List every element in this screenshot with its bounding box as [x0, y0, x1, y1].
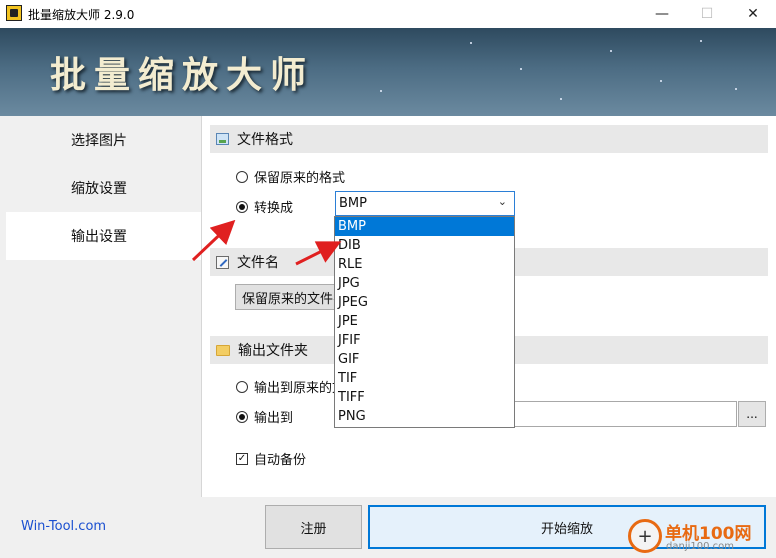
- browse-button[interactable]: ...: [738, 401, 766, 427]
- format-option[interactable]: GIF: [335, 350, 514, 369]
- watermark: + 单机100网 danji100.com: [628, 517, 774, 557]
- header-banner: 批量缩放大师: [0, 28, 776, 116]
- sidebar-item-label: 选择图片: [71, 133, 127, 149]
- minimize-button[interactable]: —: [639, 0, 685, 28]
- banner-title: 批量缩放大师: [50, 54, 315, 96]
- radio-button[interactable]: [236, 410, 248, 423]
- format-option[interactable]: JPEG: [335, 293, 514, 312]
- format-option[interactable]: DIB: [335, 236, 514, 255]
- sidebar-item-resize-settings[interactable]: 缩放设置: [6, 164, 201, 212]
- website-link[interactable]: Win-Tool.com: [21, 519, 106, 534]
- filename-mode-select[interactable]: 保留原来的文件名: [235, 284, 345, 310]
- radio-button[interactable]: [236, 380, 248, 393]
- chevron-down-icon: ⌄: [497, 195, 507, 208]
- watermark-subtext: danji100.com: [666, 541, 734, 552]
- section-title: 文件格式: [237, 132, 293, 148]
- close-button[interactable]: ✕: [730, 0, 776, 28]
- sidebar-item-select-images[interactable]: 选择图片: [6, 116, 201, 164]
- section-header-file-format: 文件格式: [210, 125, 768, 153]
- format-dropdown-list: BMP DIB RLE JPG JPEG JPE JFIF GIF TIF TI…: [334, 216, 515, 428]
- folder-icon: [216, 344, 230, 356]
- section-title: 文件名: [237, 255, 279, 271]
- output-path-input[interactable]: [515, 401, 737, 427]
- format-option[interactable]: JFIF: [335, 331, 514, 350]
- sidebar: 选择图片 缩放设置 输出设置: [0, 116, 202, 497]
- window-title: 批量缩放大师 2.9.0: [28, 8, 135, 22]
- title-bar: 批量缩放大师 2.9.0 — ☐ ✕: [0, 0, 776, 29]
- format-option[interactable]: JPG: [335, 274, 514, 293]
- checkbox[interactable]: ✓: [236, 452, 248, 465]
- radio-label: 保留原来的格式: [254, 171, 346, 186]
- section-title: 输出文件夹: [238, 343, 308, 359]
- radio-output-to[interactable]: 输出到: [236, 407, 293, 426]
- app-icon: [6, 5, 22, 21]
- radio-button[interactable]: [236, 170, 248, 183]
- sidebar-item-output-settings[interactable]: 输出设置: [6, 212, 201, 260]
- maximize-button: ☐: [700, 6, 714, 22]
- format-select-value: BMP: [339, 196, 367, 211]
- format-option[interactable]: BMP: [335, 217, 514, 236]
- auto-backup-checkbox-row[interactable]: ✓ 自动备份: [236, 449, 306, 468]
- format-option[interactable]: JPE: [335, 312, 514, 331]
- radio-convert-to[interactable]: 转换成: [236, 197, 293, 216]
- checkbox-label: 自动备份: [254, 453, 307, 468]
- radio-label: 输出到: [254, 411, 294, 426]
- image-icon: [216, 133, 229, 145]
- filename-mode-value: 保留原来的文件名: [242, 291, 345, 307]
- format-option[interactable]: PNG: [335, 407, 514, 426]
- register-button[interactable]: 注册: [265, 505, 362, 549]
- sidebar-item-label: 缩放设置: [71, 181, 127, 197]
- radio-button[interactable]: [236, 200, 248, 213]
- radio-label: 转换成: [254, 201, 294, 216]
- format-option[interactable]: TIF: [335, 369, 514, 388]
- sidebar-item-label: 输出设置: [71, 229, 127, 245]
- edit-icon: [216, 255, 229, 269]
- format-option[interactable]: TIFF: [335, 388, 514, 407]
- format-option[interactable]: RLE: [335, 255, 514, 274]
- format-select[interactable]: BMP ⌄: [335, 191, 515, 216]
- watermark-logo-icon: +: [628, 519, 662, 553]
- radio-keep-format[interactable]: 保留原来的格式: [236, 167, 345, 186]
